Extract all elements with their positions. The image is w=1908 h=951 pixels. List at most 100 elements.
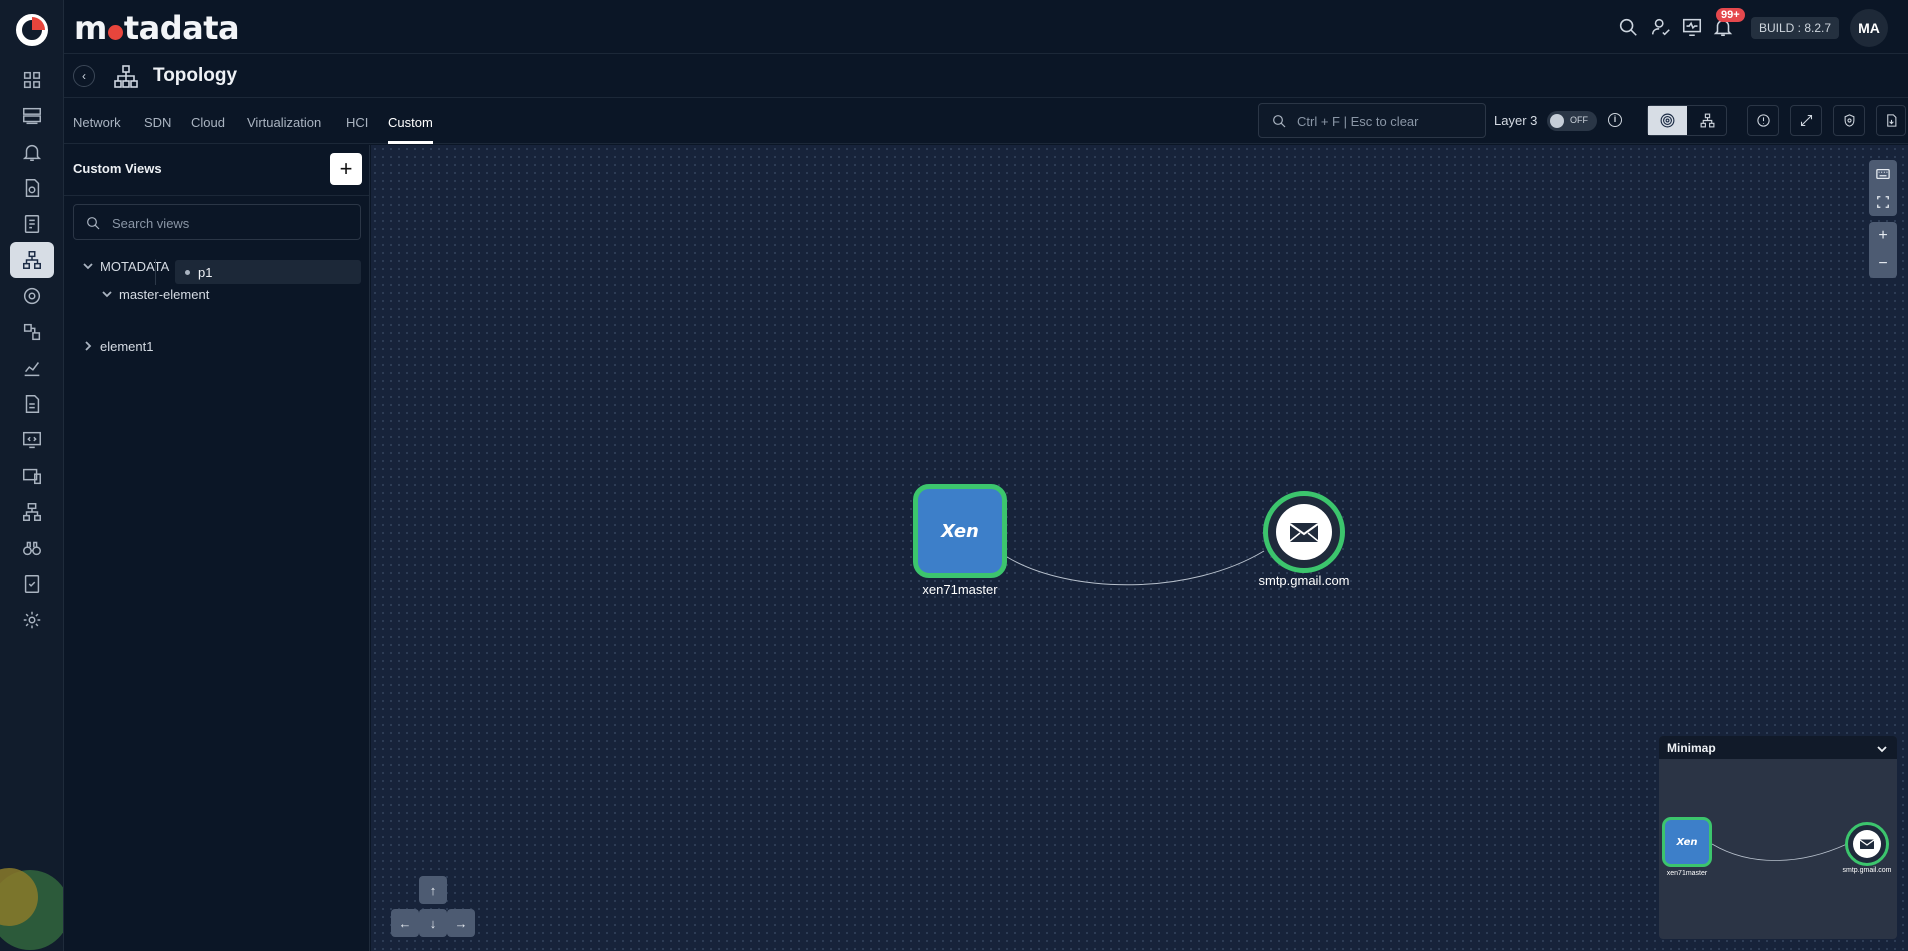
chevron-right-icon[interactable]	[82, 340, 94, 352]
tree-guide-line	[155, 259, 156, 285]
pan-right-button[interactable]: →	[447, 909, 475, 937]
network-tree-icon[interactable]	[10, 494, 54, 530]
view-search-box	[73, 204, 361, 240]
node-label: xen71master	[922, 582, 998, 597]
minimap-node-smtp	[1845, 822, 1889, 866]
search-icon	[87, 217, 100, 230]
topology-node-xen[interactable]: Xen	[913, 484, 1007, 578]
report-icon[interactable]	[10, 206, 54, 242]
tab-cloud[interactable]: Cloud	[191, 115, 225, 144]
hierarchy-icon	[1700, 113, 1715, 128]
toggle-knob	[1550, 114, 1564, 128]
pan-down-button[interactable]: ↓	[419, 909, 447, 937]
divider	[64, 195, 369, 196]
tab-virtualization[interactable]: Virtualization	[247, 115, 321, 144]
keyboard-icon	[1876, 168, 1890, 180]
hierarchy-view-button[interactable]	[1688, 106, 1727, 135]
tree-node-root[interactable]: MOTADATA	[82, 253, 169, 279]
xen-logo-icon: Xen	[941, 520, 979, 542]
tab-network[interactable]: Network	[73, 115, 121, 144]
settings-gear-icon[interactable]	[10, 602, 54, 638]
compliance-icon[interactable]	[10, 566, 54, 602]
motadata-logo-icon[interactable]	[15, 13, 49, 47]
monitor-pulse-icon[interactable]	[1679, 14, 1705, 40]
brand-logo[interactable]: m tadata	[74, 9, 240, 47]
zoom-in-button[interactable]: +	[1869, 222, 1897, 250]
tab-hci[interactable]: HCI	[346, 115, 368, 144]
add-view-button[interactable]: +	[330, 153, 362, 185]
flow-icon[interactable]	[10, 314, 54, 350]
monitor-code-icon[interactable]	[10, 422, 54, 458]
file-export-icon	[1886, 114, 1896, 127]
arrow-down-icon: ↓	[429, 915, 437, 931]
minimap-node-label: smtp.gmail.com	[1842, 867, 1892, 874]
tree-node-sibling[interactable]: element1	[82, 333, 153, 359]
search-icon	[1273, 115, 1286, 128]
chevron-down-icon[interactable]	[101, 288, 113, 300]
topology-icon[interactable]	[10, 242, 54, 278]
arrow-up-icon: ↑	[429, 882, 437, 898]
shield-gear-icon	[1844, 114, 1854, 127]
minimap[interactable]: Minimap Xen xen71master smtp.gmail.com	[1659, 736, 1897, 939]
tree-node-label: MOTADATA	[100, 258, 170, 274]
mail-envelope-icon	[1853, 830, 1881, 858]
target-icon	[1660, 113, 1675, 128]
legend-info-button[interactable]	[1747, 105, 1779, 136]
keyboard-shortcuts-button[interactable]	[1869, 160, 1897, 188]
layer-label: Layer 3	[1494, 113, 1538, 128]
pan-up-button[interactable]: ↑	[419, 876, 447, 904]
tree-leaf-selected[interactable]: p1	[175, 260, 361, 284]
topology-node-smtp[interactable]	[1263, 491, 1345, 573]
ai-ops-icon[interactable]	[10, 278, 54, 314]
bullet-icon	[185, 269, 190, 275]
xen-logo-icon: Xen	[1676, 836, 1698, 848]
document-icon[interactable]	[10, 386, 54, 422]
notification-count-badge: 99+	[1716, 8, 1745, 22]
tab-custom[interactable]: Custom	[388, 115, 433, 144]
topology-title-icon	[114, 65, 138, 88]
bell-alert-icon[interactable]	[10, 134, 54, 170]
topology-tabs-bar: Network SDN Cloud Virtualization HCI Cus…	[64, 99, 1908, 144]
search-icon[interactable]	[1615, 14, 1641, 40]
minimap-node-xen: Xen	[1662, 817, 1712, 867]
mail-envelope-icon	[1276, 504, 1332, 560]
layer-toggle-switch[interactable]: OFF	[1547, 111, 1597, 131]
custom-views-panel: Custom Views + MOTADATA master-element p…	[64, 145, 370, 951]
back-button[interactable]: ‹	[73, 65, 95, 87]
brand-dot	[107, 25, 123, 40]
tab-sdn[interactable]: SDN	[144, 115, 171, 144]
metric-chart-icon[interactable]	[10, 350, 54, 386]
left-nav-rail	[0, 0, 64, 951]
page-title-bar: ‹ Topology	[64, 55, 1908, 98]
user-avatar[interactable]: MA	[1850, 9, 1888, 47]
plus-icon: +	[339, 156, 353, 181]
log-search-icon[interactable]	[10, 170, 54, 206]
dashboard-icon[interactable]	[10, 62, 54, 98]
pan-left-button[interactable]: ←	[391, 909, 419, 937]
topology-search-box	[1258, 103, 1486, 138]
chevron-down-icon[interactable]	[82, 260, 94, 272]
chevron-left-icon: ‹	[82, 69, 86, 83]
view-search-input[interactable]	[112, 213, 352, 233]
binoculars-icon[interactable]	[10, 530, 54, 566]
user-check-icon[interactable]	[1648, 14, 1674, 40]
fit-screen-icon	[1877, 196, 1889, 208]
alert-circle-icon	[1756, 114, 1770, 127]
minimap-node-label: xen71master	[1666, 870, 1708, 877]
tree-node-label: element1	[100, 338, 154, 354]
expand-icon	[1800, 114, 1812, 127]
shield-settings-button[interactable]	[1833, 105, 1865, 136]
devices-icon[interactable]	[10, 458, 54, 494]
tree-node-label: master-element	[119, 286, 210, 302]
fullscreen-button[interactable]	[1790, 105, 1822, 136]
info-icon[interactable]: i	[1608, 113, 1622, 127]
server-icon[interactable]	[10, 98, 54, 134]
topology-search-input[interactable]	[1297, 111, 1477, 131]
export-button[interactable]	[1876, 105, 1906, 136]
arrow-left-icon: ←	[398, 915, 412, 931]
zoom-controls: + −	[1869, 222, 1897, 278]
radial-view-button[interactable]	[1648, 106, 1687, 135]
topology-canvas[interactable]: Xen xen71master smtp.gmail.com + − ↑ ← ↓…	[371, 145, 1908, 951]
zoom-out-button[interactable]: −	[1869, 250, 1897, 278]
fit-to-screen-button[interactable]	[1869, 188, 1897, 216]
